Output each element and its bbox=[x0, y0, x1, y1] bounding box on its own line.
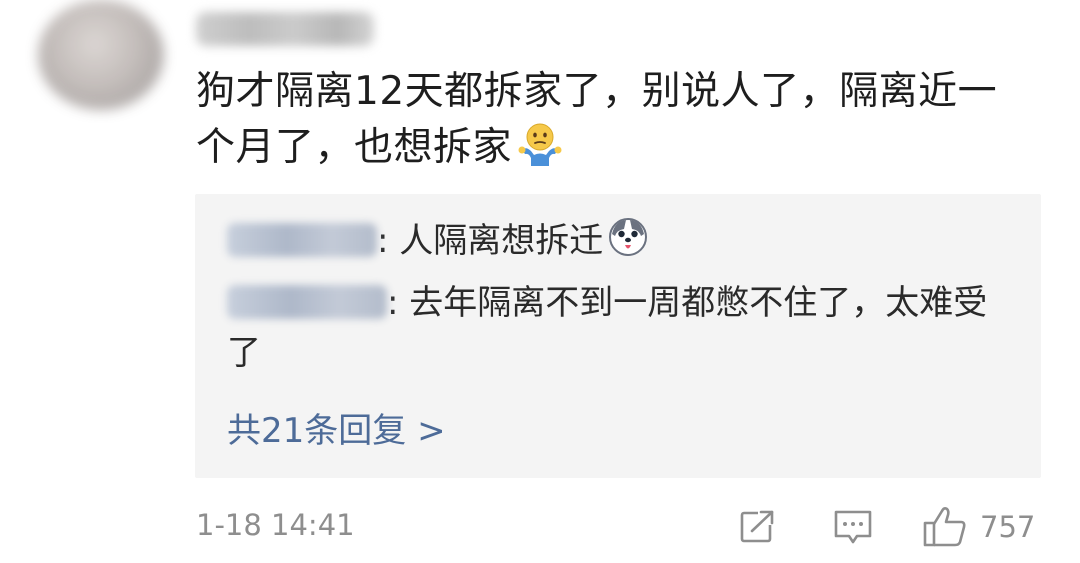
like-count: 757 bbox=[980, 510, 1036, 544]
comment-body: 狗才隔离12天都拆家了，别说人了，隔离近一个月了，也想拆家 bbox=[196, 69, 998, 170]
shrug-emoji-icon bbox=[516, 120, 564, 168]
reply-separator: : bbox=[377, 221, 389, 261]
comment-text: 狗才隔离12天都拆家了，别说人了，隔离近一个月了，也想拆家 bbox=[196, 64, 1026, 176]
share-button[interactable] bbox=[738, 505, 778, 549]
reply-item[interactable]: : 去年隔离不到一周都憋不住了，太难受了 bbox=[227, 278, 1017, 378]
reply-separator: : bbox=[387, 283, 399, 323]
comment-icon bbox=[834, 510, 872, 544]
share-icon bbox=[740, 509, 774, 543]
view-all-replies-link[interactable]: 共21条回复 > bbox=[227, 406, 446, 456]
reply-username-blurred[interactable] bbox=[227, 285, 387, 319]
replies-panel: : 人隔离想拆迁 : 去年隔离不到一周都憋不住了，太难受了 共21条回复 > bbox=[195, 194, 1041, 478]
reply-button[interactable] bbox=[832, 505, 874, 549]
avatar[interactable] bbox=[38, 0, 164, 110]
thumbs-up-icon bbox=[923, 507, 966, 547]
like-button[interactable]: 757 bbox=[922, 505, 1035, 549]
username-blurred[interactable] bbox=[196, 12, 374, 46]
reply-text: 人隔离想拆迁 bbox=[388, 221, 604, 261]
comment-timestamp: 1-18 14:41 bbox=[196, 508, 355, 542]
reply-username-blurred[interactable] bbox=[227, 223, 377, 257]
husky-dog-emoji-icon bbox=[607, 216, 649, 258]
reply-item[interactable]: : 人隔离想拆迁 bbox=[227, 216, 1007, 266]
